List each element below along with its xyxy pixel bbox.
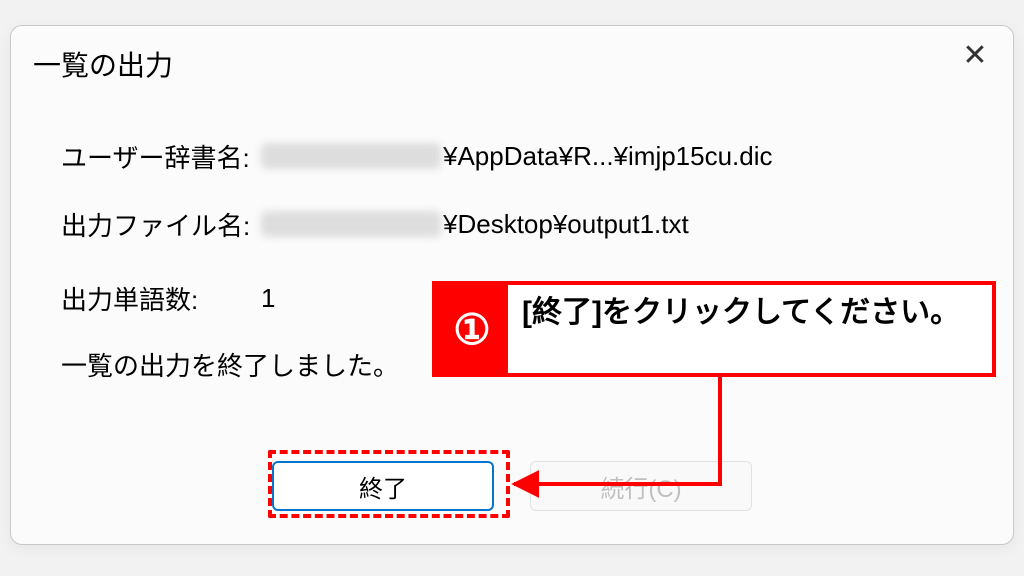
redacted-path-segment: [261, 211, 441, 237]
step-text: [終了]をクリックしてください。: [508, 285, 992, 373]
word-count-label: 出力単語数:: [61, 280, 261, 317]
output-file-row: 出力ファイル名: ¥Desktop¥output1.txt: [61, 204, 983, 244]
dialog-title: 一覧の出力: [33, 44, 173, 84]
step-badge: ①: [436, 285, 508, 373]
output-file-path-visible: ¥Desktop¥output1.txt: [443, 209, 689, 240]
continue-button: 続行(C): [530, 461, 752, 511]
output-file-value: ¥Desktop¥output1.txt: [261, 209, 983, 240]
finish-button[interactable]: 終了: [272, 461, 494, 511]
user-dictionary-value: ¥AppData¥R...¥imjp15cu.dic: [261, 141, 983, 172]
status-message: 一覧の出力を終了しました。: [61, 346, 399, 383]
instruction-callout: ① [終了]をクリックしてください。: [432, 281, 996, 377]
titlebar: 一覧の出力 ✕: [11, 26, 1013, 96]
output-file-label: 出力ファイル名:: [61, 206, 261, 243]
user-dictionary-row: ユーザー辞書名: ¥AppData¥R...¥imjp15cu.dic: [61, 136, 983, 176]
close-icon[interactable]: ✕: [945, 32, 1005, 80]
user-dictionary-path-visible: ¥AppData¥R...¥imjp15cu.dic: [443, 141, 773, 172]
user-dictionary-label: ユーザー辞書名:: [61, 138, 261, 175]
dialog-button-bar: 終了 続行(C): [11, 456, 1013, 516]
redacted-path-segment: [261, 143, 441, 169]
